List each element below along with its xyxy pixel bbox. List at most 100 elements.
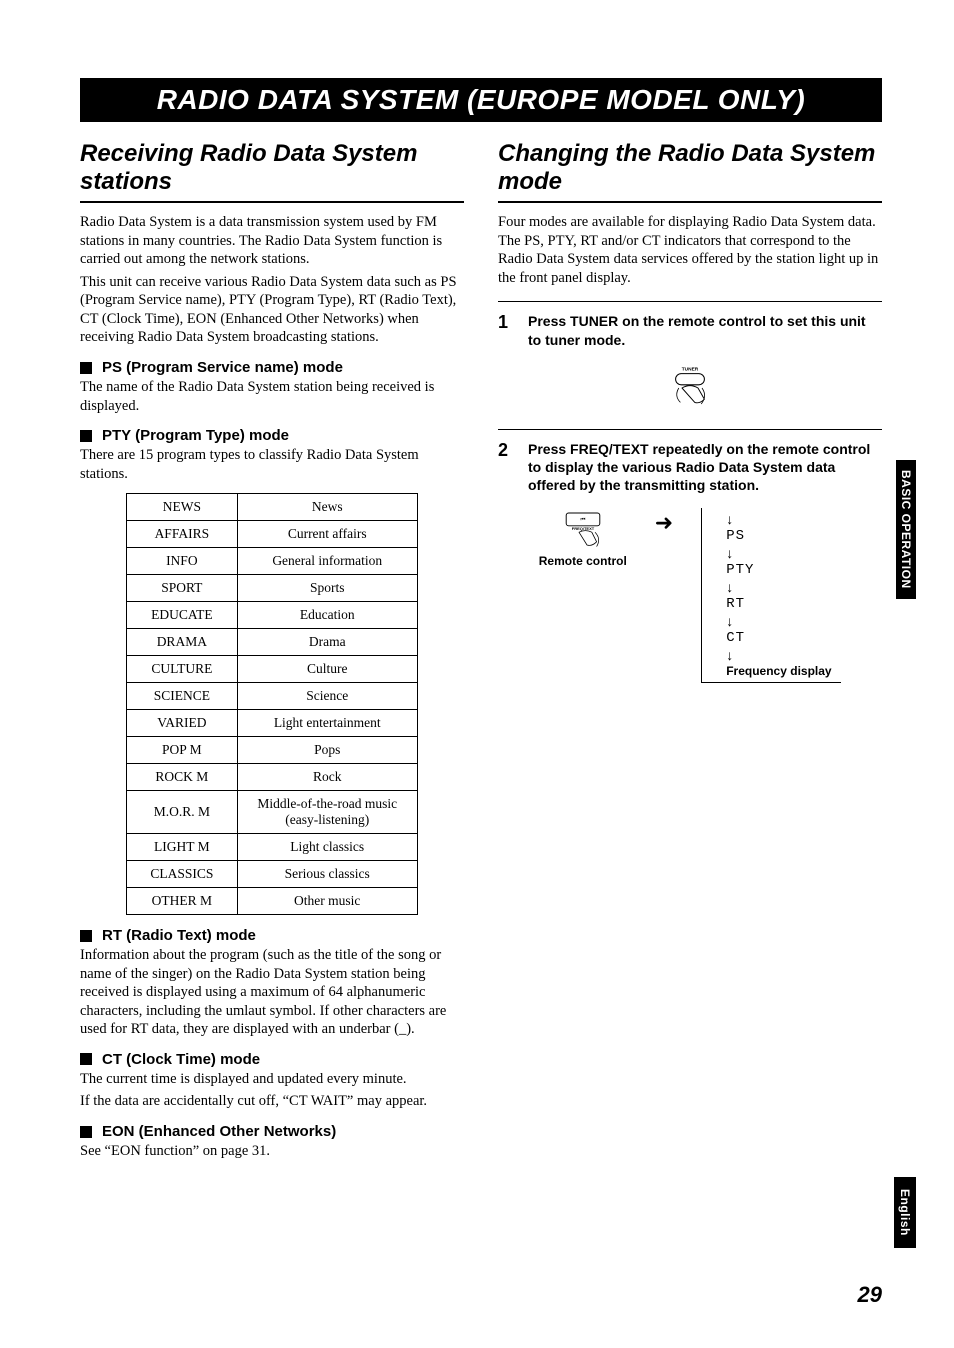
pty-desc-cell: News	[237, 494, 417, 521]
pty-heading: PTY (Program Type) mode	[80, 427, 464, 444]
right-section-title: Changing the Radio Data System mode	[498, 140, 882, 203]
pty-code-cell: SCIENCE	[127, 683, 238, 710]
mode-indicator: CT	[726, 630, 745, 646]
table-row: EDUCATEEducation	[127, 602, 418, 629]
table-row: SPORTSports	[127, 575, 418, 602]
rt-body: Information about the program (such as t…	[80, 946, 464, 1039]
table-row: POP MPops	[127, 737, 418, 764]
pty-code-cell: SPORT	[127, 575, 238, 602]
pty-heading-label: PTY (Program Type) mode	[102, 427, 289, 444]
pty-code-cell: CULTURE	[127, 656, 238, 683]
table-row: CULTURECulture	[127, 656, 418, 683]
remote-button-tuner-icon: TUNER	[658, 361, 722, 415]
step-1-number: 1	[498, 312, 514, 348]
pty-desc-cell: Education	[237, 602, 417, 629]
square-bullet-icon	[80, 362, 92, 374]
table-row: DRAMADrama	[127, 629, 418, 656]
pty-code-cell: VARIED	[127, 710, 238, 737]
pty-code-cell: LIGHT M	[127, 834, 238, 861]
pty-desc-cell: Science	[237, 683, 417, 710]
rt-heading: RT (Radio Text) mode	[80, 927, 464, 944]
mode-indicator: RT	[726, 596, 745, 612]
square-bullet-icon	[80, 430, 92, 442]
left-column: Receiving Radio Data System stations Rad…	[80, 140, 464, 1165]
left-intro-1: Radio Data System is a data transmission…	[80, 213, 464, 269]
table-row: INFOGeneral information	[127, 548, 418, 575]
ps-body: The name of the Radio Data System statio…	[80, 378, 464, 415]
remote-button-freqtext-icon: ⏮ FREQ/TEXT	[555, 508, 611, 550]
table-row: ROCK MRock	[127, 764, 418, 791]
pty-code-cell: AFFAIRS	[127, 521, 238, 548]
ct-heading: CT (Clock Time) mode	[80, 1051, 464, 1068]
pty-code-cell: ROCK M	[127, 764, 238, 791]
table-row: SCIENCEScience	[127, 683, 418, 710]
table-row: AFFAIRSCurrent affairs	[127, 521, 418, 548]
step-1: 1 Press TUNER on the remote control to s…	[498, 301, 882, 348]
page-number: 29	[858, 1282, 882, 1308]
pty-desc-cell: Culture	[237, 656, 417, 683]
page-banner: RADIO DATA SYSTEM (EUROPE MODEL ONLY)	[80, 78, 882, 122]
right-column: Changing the Radio Data System mode Four…	[498, 140, 882, 1165]
step-1-illustration: TUNER	[498, 361, 882, 415]
pty-desc-cell: General information	[237, 548, 417, 575]
square-bullet-icon	[80, 1053, 92, 1065]
pty-desc-cell: Light classics	[237, 834, 417, 861]
pty-code-cell: EDUCATE	[127, 602, 238, 629]
right-intro: Four modes are available for displaying …	[498, 213, 882, 287]
left-intro-2: This unit can receive various Radio Data…	[80, 273, 464, 347]
table-row: NEWSNews	[127, 494, 418, 521]
pty-code-cell: CLASSICS	[127, 861, 238, 888]
eon-heading-label: EON (Enhanced Other Networks)	[102, 1123, 336, 1140]
arrow-down-icon: ↓	[726, 614, 733, 628]
step-2-number: 2	[498, 440, 514, 495]
step-2-illustration: ⏮ FREQ/TEXT Remote control ➜ ↓ PS ↓ PTY ↓ RT ↓…	[498, 508, 882, 683]
ct-body-2: If the data are accidentally cut off, “C…	[80, 1092, 464, 1111]
pty-desc-cell: Drama	[237, 629, 417, 656]
table-row: LIGHT MLight classics	[127, 834, 418, 861]
pty-desc-cell: Other music	[237, 888, 417, 915]
table-row: OTHER MOther music	[127, 888, 418, 915]
arrow-down-icon: ↓	[726, 648, 841, 662]
pty-body: There are 15 program types to classify R…	[80, 446, 464, 483]
table-row: M.O.R. MMiddle-of-the-road music (easy-l…	[127, 791, 418, 834]
side-tab-basic-operation: BASIC OPERATION	[896, 460, 916, 599]
svg-text:⏮: ⏮	[580, 517, 585, 523]
pty-desc-cell: Pops	[237, 737, 417, 764]
pty-code-cell: NEWS	[127, 494, 238, 521]
pty-desc-cell: Middle-of-the-road music (easy-listening…	[237, 791, 417, 834]
rt-heading-label: RT (Radio Text) mode	[102, 927, 256, 944]
step-2: 2 Press FREQ/TEXT repeatedly on the remo…	[498, 429, 882, 495]
eon-heading: EON (Enhanced Other Networks)	[80, 1123, 464, 1140]
square-bullet-icon	[80, 930, 92, 942]
pty-code-cell: M.O.R. M	[127, 791, 238, 834]
table-row: CLASSICSSerious classics	[127, 861, 418, 888]
pty-desc-cell: Sports	[237, 575, 417, 602]
banner-title: RADIO DATA SYSTEM (EUROPE MODEL ONLY)	[157, 84, 806, 116]
step-1-text: Press TUNER on the remote control to set…	[528, 312, 882, 348]
side-tab-english: English	[894, 1177, 916, 1248]
pty-table: NEWSNewsAFFAIRSCurrent affairsINFOGenera…	[126, 493, 418, 915]
remote-control-icon-group: ⏮ FREQ/TEXT Remote control	[539, 508, 627, 568]
left-section-title: Receiving Radio Data System stations	[80, 140, 464, 203]
ct-body-1: The current time is displayed and update…	[80, 1070, 464, 1089]
mode-indicator: PS	[726, 528, 745, 544]
remote-control-label: Remote control	[539, 554, 627, 568]
freqtext-label: FREQ/TEXT	[572, 526, 595, 531]
ct-heading-label: CT (Clock Time) mode	[102, 1051, 260, 1068]
arrow-down-icon: ↓	[726, 580, 733, 594]
ps-heading-label: PS (Program Service name) mode	[102, 359, 343, 376]
square-bullet-icon	[80, 1126, 92, 1138]
arrow-down-icon: ↓	[726, 546, 733, 560]
pty-code-cell: INFO	[127, 548, 238, 575]
mode-flow-list: ↓PS↓PTY↓RT↓CT ↓ Frequency display	[701, 508, 841, 683]
pty-code-cell: DRAMA	[127, 629, 238, 656]
pty-desc-cell: Rock	[237, 764, 417, 791]
eon-body: See “EON function” on page 31.	[80, 1142, 464, 1161]
ps-heading: PS (Program Service name) mode	[80, 359, 464, 376]
step-2-text: Press FREQ/TEXT repeatedly on the remote…	[528, 440, 882, 495]
arrow-right-icon: ➜	[655, 512, 673, 534]
pty-code-cell: OTHER M	[127, 888, 238, 915]
pty-desc-cell: Serious classics	[237, 861, 417, 888]
mode-indicator: PTY	[726, 562, 754, 578]
arrow-down-icon: ↓	[726, 512, 733, 526]
